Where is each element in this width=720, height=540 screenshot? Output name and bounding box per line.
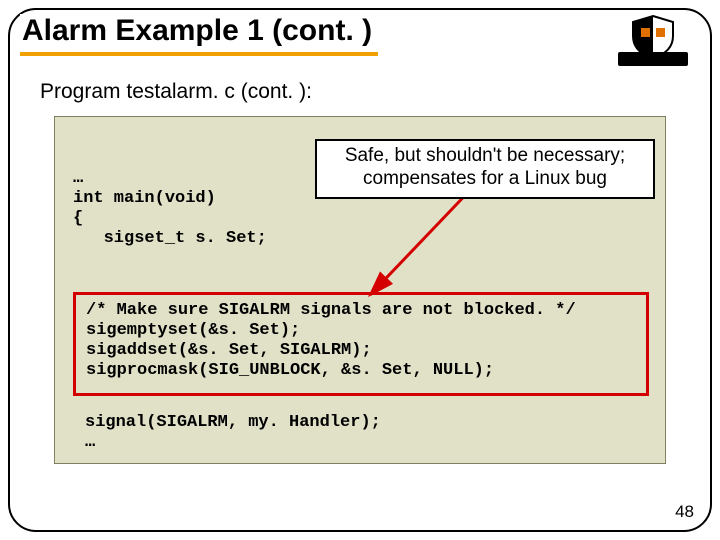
callout-line2: compensates for a Linux bug (323, 168, 647, 191)
code-block: Safe, but shouldn't be necessary; compen… (54, 116, 666, 464)
shield-logo (618, 14, 688, 66)
title-container: Alarm Example 1 (cont. ) (20, 14, 378, 56)
code-snippet-top: … int main(void) { sigset_t s. Set; (73, 169, 267, 249)
page-number: 48 (675, 502, 694, 522)
callout-box: Safe, but shouldn't be necessary; compen… (315, 139, 655, 199)
subtitle: Program testalarm. c (cont. ): (40, 80, 312, 104)
slide-title: Alarm Example 1 (cont. ) (22, 14, 372, 48)
highlight-box: /* Make sure SIGALRM signals are not blo… (73, 292, 649, 396)
callout-line1: Safe, but shouldn't be necessary; (323, 145, 647, 168)
code-snippet-bottom: signal(SIGALRM, my. Handler); … (85, 413, 381, 453)
